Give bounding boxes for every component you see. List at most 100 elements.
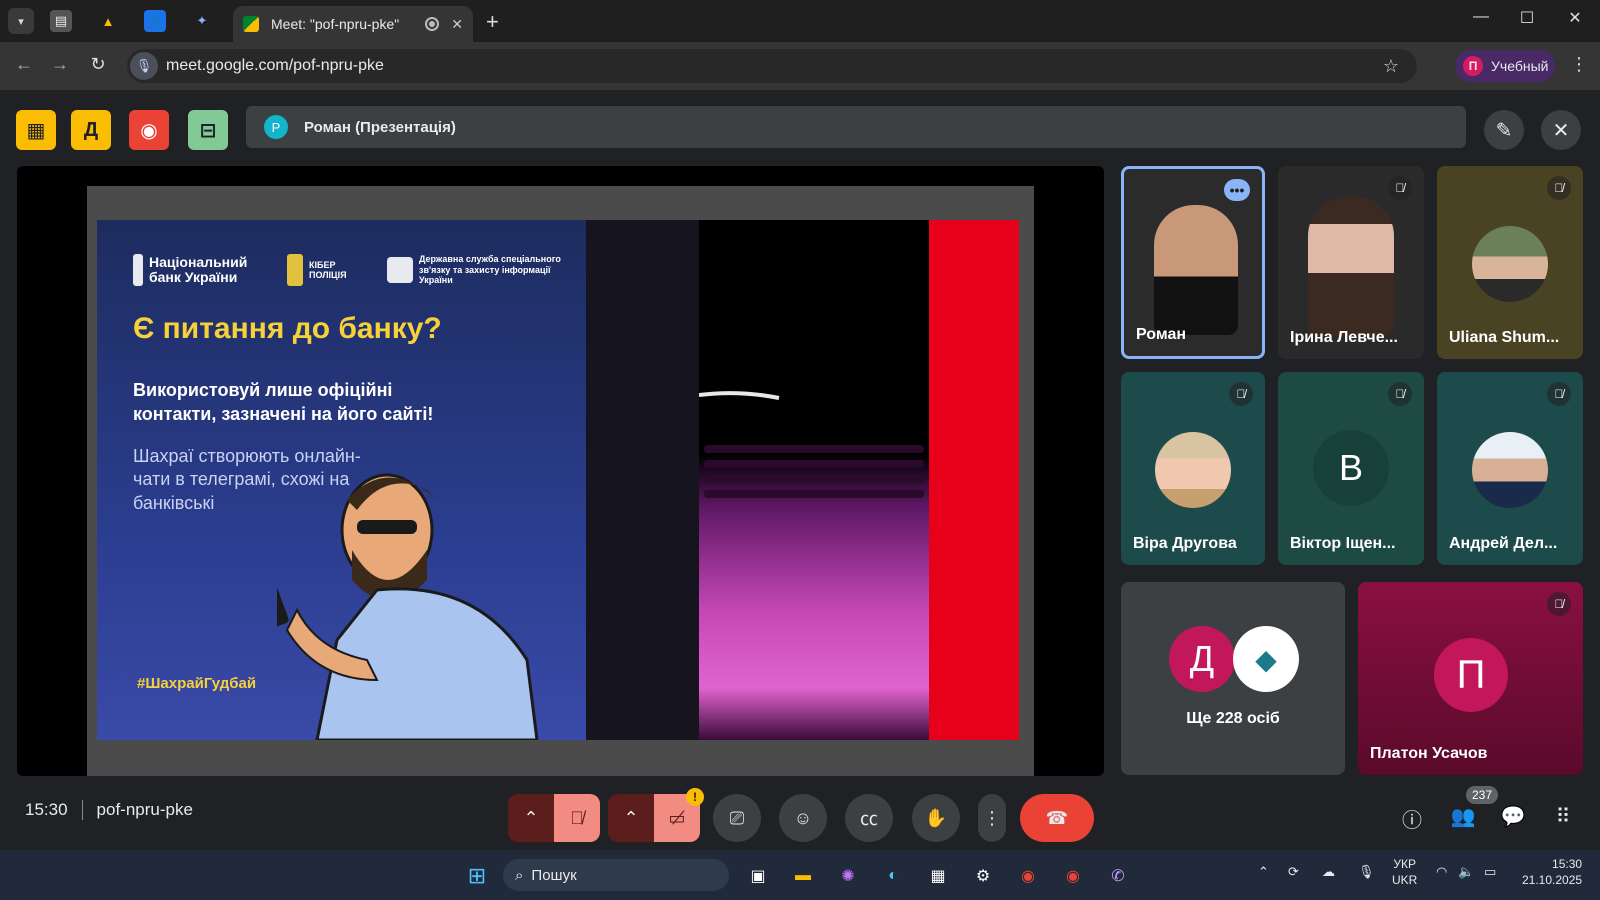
captions-icon: ㏄ xyxy=(860,809,878,829)
battery-icon[interactable]: ▭ xyxy=(1484,864,1496,880)
meeting-details-icon[interactable]: ⓘ xyxy=(1397,804,1427,833)
viber-icon[interactable]: ✆ xyxy=(1104,862,1132,890)
profile-button[interactable]: П Учебный xyxy=(1455,50,1555,82)
contacts-icon: 👤 xyxy=(146,13,164,28)
settings-icon[interactable]: ⚙ xyxy=(969,862,997,890)
maximize-button[interactable]: ☐ xyxy=(1512,8,1542,28)
participant-tile-uliana[interactable]: 🎙̸ Uliana Shum... xyxy=(1437,166,1583,359)
keyboard-graphic xyxy=(699,391,924,498)
url-text[interactable]: meet.google.com/pof-npru-pke xyxy=(166,57,384,75)
address-bar[interactable]: 🎙 meet.google.com/pof-npru-pke ☆ xyxy=(127,49,1417,83)
store-icon[interactable]: ▦ xyxy=(924,862,952,890)
participant-tile-viktor[interactable]: В 🎙̸ Віктор Іщен... xyxy=(1278,372,1424,565)
edge-icon[interactable]: ◐ xyxy=(879,862,907,890)
back-button[interactable]: ← xyxy=(12,54,36,75)
new-tab-button[interactable]: + xyxy=(486,9,499,35)
tab-search-button[interactable]: ▾ xyxy=(8,8,34,34)
participant-tile-iryna[interactable]: 🎙̸ Ірина Левче... xyxy=(1278,166,1424,359)
people-icon[interactable]: 👥 xyxy=(1448,804,1478,829)
presenter-bar: Р Роман (Презентація) xyxy=(246,106,1466,148)
meet-favicon-icon xyxy=(243,16,259,32)
language-indicator[interactable]: УКР UKR xyxy=(1392,857,1417,888)
reload-button[interactable]: ↻ xyxy=(86,54,110,75)
meet-window: ▦ Д ◉ ⊟ Р Роман (Презентація) ✎ ✕ Націон… xyxy=(0,90,1600,850)
chevron-up-icon: ⌃ xyxy=(623,807,639,828)
meet-controls-bar: 15:30 pof-npru-pke ⌃ 🎙̸ ⌃ ▭̸ ! ⎚ ☺ ㏄ ✋ ⋮… xyxy=(0,780,1600,850)
pinned-tab-1[interactable]: ▤ xyxy=(50,10,72,32)
close-tab-icon[interactable]: ✕ xyxy=(451,16,463,33)
participant-tile-roman[interactable]: ••• Роман xyxy=(1121,166,1265,359)
gemini-icon: ✦ xyxy=(196,13,208,28)
meeting-code: pof-npru-pke xyxy=(96,800,193,819)
leave-call-button[interactable]: ☎ xyxy=(1020,794,1094,842)
tab-meet[interactable]: Meet: "pof-npru-pke" ✕ xyxy=(233,6,473,42)
participant-tile-andrei[interactable]: 🎙̸ Андрей Дел... xyxy=(1437,372,1583,565)
task-view-icon[interactable]: ▣ xyxy=(744,862,772,890)
extension-attendance-icon[interactable]: Д xyxy=(71,110,111,150)
slide-heading: Є питання до банку? xyxy=(133,312,442,345)
video-panel-red xyxy=(929,220,1019,740)
activities-icon[interactable]: ⠿ xyxy=(1548,804,1578,829)
more-options-icon[interactable]: ••• xyxy=(1224,179,1250,201)
copilot-icon[interactable]: ✺ xyxy=(834,862,862,890)
participant-name: Ірина Левче... xyxy=(1290,329,1398,346)
emoji-icon: ☺ xyxy=(793,807,813,828)
participants-count-badge: 237 xyxy=(1466,786,1498,804)
chat-icon[interactable]: 💬 xyxy=(1498,804,1528,829)
file-explorer-icon[interactable]: ▬ xyxy=(789,862,817,890)
taskbar-search[interactable]: ⌕ Пошук xyxy=(503,859,729,891)
participant-avatar: В xyxy=(1313,430,1389,506)
participant-tile-vira[interactable]: 🎙̸ Віра Другова xyxy=(1121,372,1265,565)
record-icon[interactable]: ◉ xyxy=(129,110,169,150)
participant-avatar xyxy=(1155,432,1231,508)
taskbar-clock[interactable]: 15:30 21.10.2025 xyxy=(1522,857,1582,888)
others-avatar-logo-icon: ◆ xyxy=(1233,626,1299,692)
muted-mic-icon: 🎙̸ xyxy=(1547,176,1571,200)
volume-icon[interactable]: 🔈 xyxy=(1458,864,1474,880)
annotate-pen-icon[interactable]: ✎ xyxy=(1484,110,1524,150)
video-options-button[interactable]: ⌃ xyxy=(608,794,654,842)
pinned-tab-contacts[interactable]: 👤 xyxy=(144,10,166,32)
bookmark-star-icon[interactable]: ☆ xyxy=(1383,56,1399,77)
shared-screen: Національний банк України КІБЕР ПОЛІЦІЯ … xyxy=(87,186,1034,776)
present-screen-button[interactable]: ⎚ xyxy=(713,794,761,842)
raise-hand-button[interactable]: ✋ xyxy=(912,794,960,842)
participant-tile-platon[interactable]: П 🎙̸ Платон Усачов xyxy=(1358,582,1583,775)
chrome-icon[interactable]: ◉ xyxy=(1014,862,1042,890)
participant-avatar xyxy=(1472,226,1548,302)
video-laptop-keyboard xyxy=(699,220,929,740)
microphone-icon[interactable]: 🎙 xyxy=(130,52,158,80)
language-bottom: UKR xyxy=(1392,872,1418,887)
camera-toggle-button[interactable]: ▭̸ ! xyxy=(654,788,704,842)
onedrive-icon[interactable]: ☁ xyxy=(1322,864,1335,880)
cyberpolice-logo: КІБЕР ПОЛІЦІЯ xyxy=(287,254,369,286)
reactions-button[interactable]: ☺ xyxy=(779,794,827,842)
sync-icon[interactable]: ⟳ xyxy=(1288,864,1299,880)
microphone-toggle-button[interactable]: 🎙̸ xyxy=(554,794,600,842)
show-hidden-icons[interactable]: ⌃ xyxy=(1258,864,1269,880)
participant-name: Віктор Іщен... xyxy=(1290,535,1396,552)
unpin-icon[interactable]: ✕ xyxy=(1541,110,1581,150)
close-window-button[interactable]: ✕ xyxy=(1560,8,1590,28)
minimize-button[interactable]: — xyxy=(1466,8,1496,26)
meeting-time: 15:30 xyxy=(25,800,68,819)
windows-start-icon[interactable]: ⊞ xyxy=(463,862,491,890)
forward-button[interactable]: → xyxy=(48,54,72,75)
pinned-tab-drive[interactable]: ▲ xyxy=(97,10,119,32)
captions-button[interactable]: ㏄ xyxy=(845,794,893,842)
extension-layout-icon[interactable]: ⊟ xyxy=(188,110,228,150)
wifi-icon[interactable]: ◠ xyxy=(1436,864,1447,880)
audio-options-button[interactable]: ⌃ xyxy=(508,794,554,842)
microphone-tray-icon[interactable]: 🎙 xyxy=(1358,864,1375,880)
others-tile[interactable]: Д ◆ Ще 228 осіб xyxy=(1121,582,1345,775)
extension-grid-icon[interactable]: ▦ xyxy=(16,110,56,150)
browser-toolbar: ← → ↻ 🎙 meet.google.com/pof-npru-pke ☆ П… xyxy=(0,42,1600,90)
more-options-button[interactable]: ⋮ xyxy=(978,794,1006,842)
warning-icon: ! xyxy=(686,788,704,806)
participant-name: Роман xyxy=(1136,326,1187,343)
more-vert-icon: ⋮ xyxy=(983,807,1001,828)
chrome-profile-icon[interactable]: ◉ xyxy=(1059,862,1087,890)
participant-name: Віра Другова xyxy=(1133,535,1237,552)
browser-menu-icon[interactable]: ⋮ xyxy=(1570,54,1588,75)
pinned-tab-gemini[interactable]: ✦ xyxy=(191,10,213,32)
